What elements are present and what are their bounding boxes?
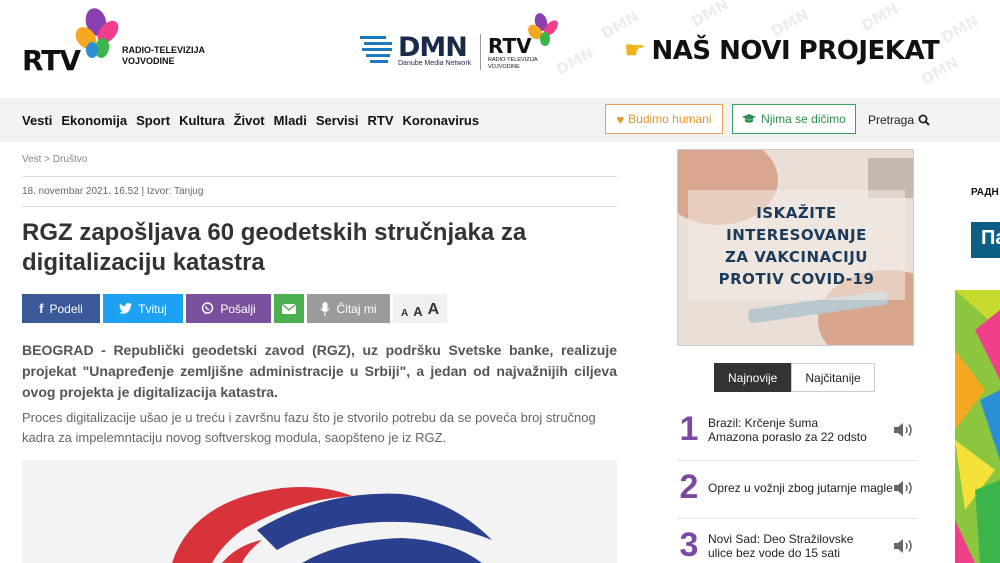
nav-item-ekonomija[interactable]: Ekonomija [61, 113, 127, 128]
divider [22, 206, 617, 207]
nav-items: Vesti Ekonomija Sport Kultura Život Mlad… [22, 98, 488, 142]
article-meta: 18. novembar 2021. 16.52 | Izvor: Tanjug [22, 186, 204, 197]
heart-icon: ♥ [616, 111, 625, 127]
watermark: DMN [858, 0, 902, 35]
nav-item-sport[interactable]: Sport [136, 113, 170, 128]
dmn-logo[interactable]: DMN Danube Media Network RTV RADIO-TELEV… [360, 12, 570, 82]
twitter-share-label: Tvituj [138, 301, 167, 316]
divider [22, 176, 617, 177]
njima-se-dicimo-label: Njima se dičimo [761, 112, 846, 126]
twitter-share-button[interactable]: Tvituj [103, 294, 183, 323]
ad-text: ISKAŽITE INTERESOVANJE ZA VAKCINACIJU PR… [718, 204, 875, 288]
search-button[interactable]: Pretraga [868, 98, 930, 142]
edge-cutoff-text: РАДН [971, 187, 999, 198]
divider [480, 34, 481, 70]
nav-item-zivot[interactable]: Život [234, 113, 265, 128]
speaker-icon[interactable] [894, 538, 914, 554]
font-size-large-button[interactable]: A [428, 301, 440, 319]
viber-share-label: Pošalji [220, 301, 256, 316]
read-aloud-button[interactable]: Čitaj mi [307, 294, 390, 323]
tab-najcitanije[interactable]: Najčitanije [791, 363, 875, 392]
njima-se-dicimo-button[interactable]: Njima se dičimo [732, 104, 856, 134]
watermark: DMN [688, 0, 732, 31]
facebook-share-button[interactable]: f Podeli [22, 294, 100, 323]
divider [677, 518, 917, 519]
nav-item-mladi[interactable]: Mladi [274, 113, 307, 128]
news-rank-number: 2 [679, 468, 699, 506]
site-header: DMN DMN DMN DMN DMN DMN DMN RTV RADIO-TE… [0, 0, 1000, 98]
twitter-icon [119, 303, 133, 314]
font-size-medium-button[interactable]: A [413, 304, 422, 319]
news-list-item[interactable]: 2 Oprez u vožnji zbog jutarnje magle [677, 468, 917, 518]
envelope-icon [282, 303, 296, 314]
budimo-humani-label: Budimo humani [628, 112, 712, 126]
tab-najnovije[interactable]: Najnovije [714, 363, 792, 392]
news-rank-number: 1 [679, 410, 699, 448]
speaker-icon[interactable] [894, 480, 914, 496]
news-headline[interactable]: Novi Sad: Deo Stražilovske ulice bez vod… [708, 532, 868, 560]
colorful-triangles-graphic [955, 290, 1000, 563]
edge-ad-artwork [955, 290, 1000, 563]
share-toolbar: f Podeli Tvituj Pošalji Čitaj mi A A A [22, 294, 448, 323]
font-size-selector: A A A [393, 294, 448, 323]
news-list-item[interactable]: 3 Novi Sad: Deo Stražilovske ulice bez v… [677, 526, 917, 563]
facebook-share-label: Podeli [49, 301, 83, 316]
news-rank-number: 3 [679, 526, 699, 563]
nav-item-koronavirus[interactable]: Koronavirus [403, 113, 480, 128]
nav-item-servisi[interactable]: Servisi [316, 113, 359, 128]
breadcrumb[interactable]: Vest > Društvo [22, 154, 87, 165]
logo-subtitle: RADIO-TELEVIZIJA VOJVODINE [122, 45, 206, 66]
news-headline[interactable]: Brazil: Krčenje šuma Amazona poraslo za … [708, 416, 868, 444]
nav-item-kultura[interactable]: Kultura [179, 113, 225, 128]
article-lead: BEOGRAD - Republički geodetski zavod (RG… [22, 342, 617, 400]
news-list-item[interactable]: 1 Brazil: Krčenje šuma Amazona poraslo z… [677, 410, 917, 460]
read-aloud-label: Čitaj mi [336, 301, 377, 316]
rtv-flower-small-icon [528, 13, 558, 46]
watermark: DMN [938, 11, 982, 47]
facebook-icon: f [39, 301, 44, 316]
logo-text: RTV [22, 44, 81, 77]
search-icon [918, 114, 930, 126]
nav-item-rtv[interactable]: RTV [368, 113, 394, 128]
font-size-small-button[interactable]: A [401, 308, 408, 319]
main-navigation: Vesti Ekonomija Sport Kultura Život Mlad… [0, 98, 1000, 142]
viber-icon [202, 302, 214, 315]
dmn-subtitle: Danube Media Network [398, 60, 472, 67]
graduation-cap-icon [742, 114, 757, 123]
dmn-wave-icon [360, 36, 392, 63]
new-project-banner[interactable]: ☛ NAŠ NOVI PROJEKAT [624, 36, 940, 66]
rtv-logo[interactable]: RTV RADIO-TELEVIZIJA VOJVODINE [22, 8, 222, 88]
article-hero-image [22, 460, 617, 563]
rtv-small-subtitle: RADIO-TELEVIZIJA VOJVODINE [488, 57, 538, 70]
edge-cutoff-button[interactable]: Па [971, 222, 1000, 258]
microphone-icon [320, 301, 330, 316]
search-label: Pretraga [868, 113, 915, 127]
news-headline[interactable]: Oprez u vožnji zbog jutarnje magle [708, 481, 893, 495]
vaccination-ad-banner[interactable]: ISKAŽITE INTERESOVANJE ZA VAKCINACIJU PR… [677, 149, 914, 346]
viber-share-button[interactable]: Pošalji [186, 294, 271, 323]
email-share-button[interactable] [274, 294, 304, 323]
article-title: RGZ zapošljava 60 geodetskih stručnjaka … [22, 219, 527, 276]
pointing-hand-icon: ☛ [624, 37, 646, 64]
nav-item-vesti[interactable]: Vesti [22, 113, 52, 128]
news-tabs: Najnovije Najčitanije [714, 363, 875, 392]
promo-text: NAŠ NOVI PROJEKAT [651, 36, 940, 66]
budimo-humani-button[interactable]: ♥ Budimo humani [605, 104, 723, 134]
rgz-logo-image [22, 460, 617, 563]
dmn-title: DMN [398, 32, 468, 63]
article-body-paragraph: Proces digitalizacije ušao je u treću i … [22, 410, 596, 445]
speaker-icon[interactable] [894, 422, 914, 438]
divider [677, 460, 917, 461]
